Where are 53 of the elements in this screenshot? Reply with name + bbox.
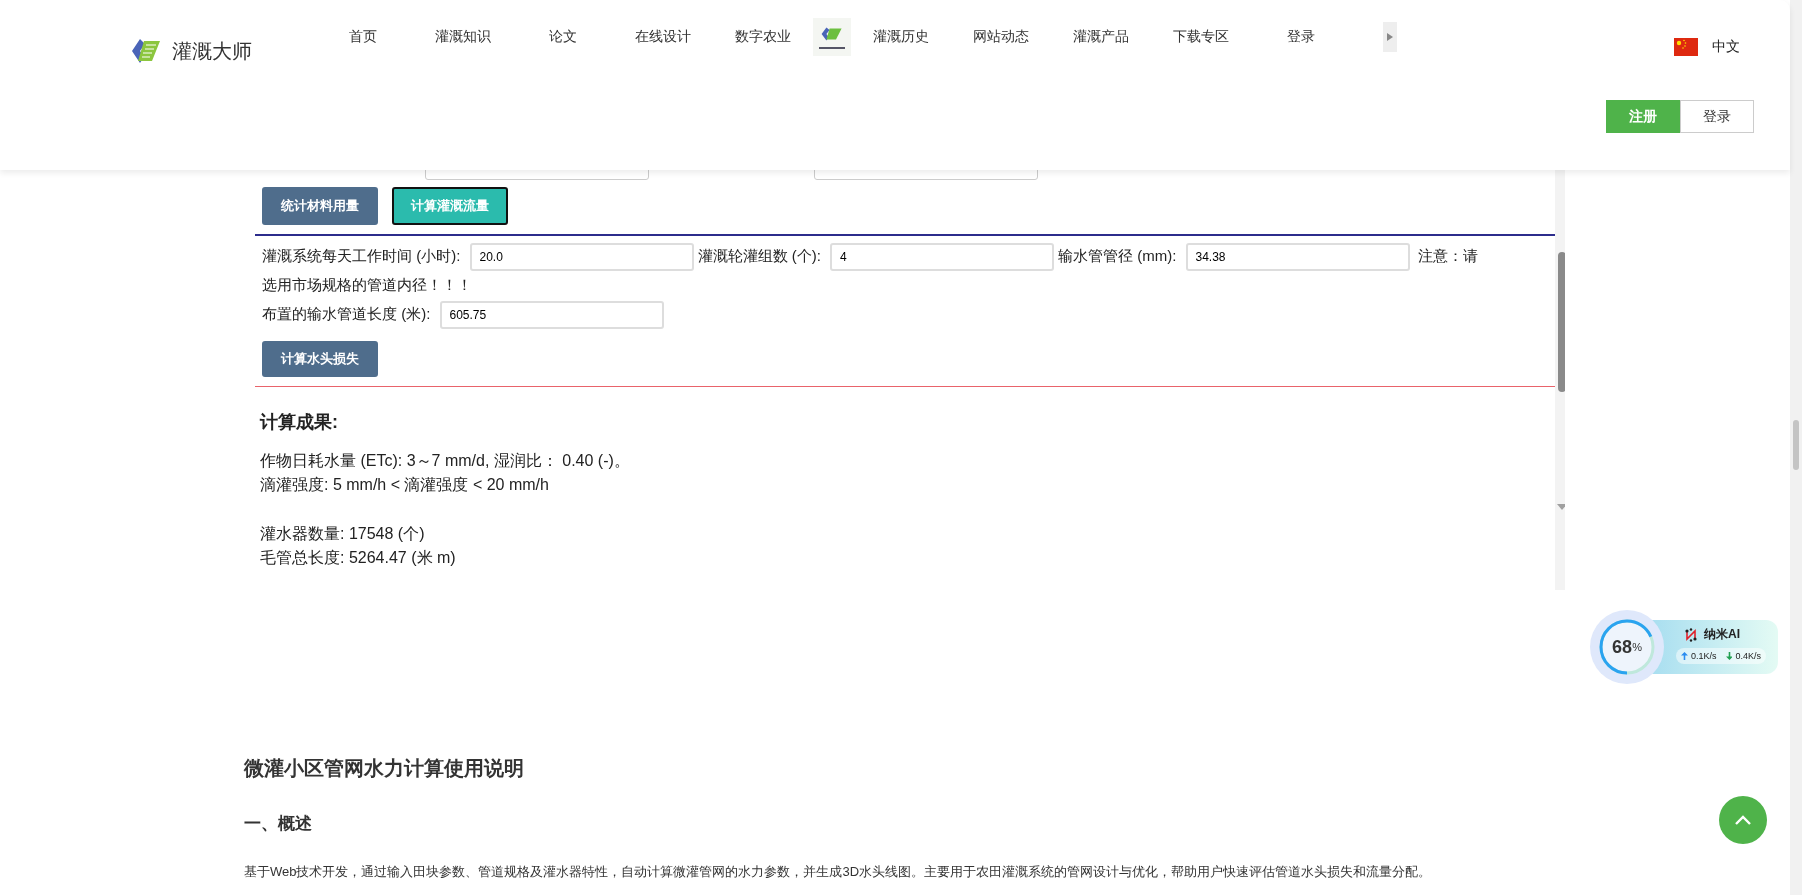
nav-link[interactable]: 在线设计 — [613, 28, 713, 46]
nav-link[interactable]: 首页 — [313, 28, 413, 46]
field-label: 灌溉轮灌组数 (个): — [697, 247, 821, 264]
scrollbar[interactable] — [1555, 170, 1565, 590]
field-label: 输水管管径 (mm): — [1058, 247, 1177, 264]
up-arrow-icon — [1681, 652, 1688, 660]
back-to-top-button[interactable] — [1719, 796, 1767, 844]
input-field[interactable]: 34.38 — [1185, 243, 1410, 272]
calculate-button[interactable]: 统计材料用量 — [262, 187, 378, 225]
doc-paragraph: 基于Web技术开发，通过输入田块参数、管道规格及灌水器特性，自动计算微灌管网的水力参数，并生成3D水头线图。主要用于农田灌溉系统的管网设计与优化，帮助用户快速评估管道水头损失和流量分配。 — [244, 863, 1433, 881]
down-arrow-icon — [1725, 652, 1733, 660]
percent-unit: % — [1632, 641, 1642, 653]
usage-percent: 68 — [1612, 636, 1633, 658]
network-monitor-widget[interactable]: 68% 纳米AI 0.1K/s 0.4K/s — [1590, 610, 1778, 684]
assistant-name: 纳米AI — [1704, 626, 1740, 643]
nav-link[interactable]: 数字农业 — [713, 28, 813, 46]
note-text: 注意：请 — [1417, 247, 1478, 264]
doc-title: 微灌小区管网水力计算使用说明 — [244, 756, 524, 781]
language-label[interactable]: 中文 — [1712, 38, 1740, 56]
input-field[interactable]: 20.0 — [469, 243, 694, 272]
scroll-thumb[interactable] — [1558, 252, 1565, 392]
nav-link[interactable]: 登录 — [1251, 28, 1351, 46]
caret-icon — [1387, 33, 1393, 41]
nav-link[interactable]: 网站动态 — [951, 28, 1051, 46]
result-text: 作物日耗水量 (ETc): 3～7 mm/d, 湿润比： 0.40 (-)。 — [260, 451, 631, 471]
china-flag-icon[interactable] — [1674, 38, 1698, 56]
nav-link[interactable]: 灌溉历史 — [851, 28, 951, 46]
nav-link[interactable]: 灌溉产品 — [1051, 28, 1151, 46]
results-heading: 计算成果: — [260, 411, 339, 434]
result-text: 滴灌强度: 5 mm/h < 滴灌强度 < 20 mm/h — [260, 475, 550, 495]
nav-link[interactable]: 论文 — [513, 28, 613, 46]
nav-scroll-button[interactable] — [1383, 22, 1397, 52]
scroll-down-arrow-icon[interactable] — [1557, 504, 1565, 510]
input-field[interactable]: 4 — [830, 243, 1054, 272]
nav-logo-image[interactable] — [813, 18, 851, 56]
upload-speed: 0.1K/s — [1691, 651, 1717, 661]
nav-link[interactable]: 灌溉知识 — [413, 28, 513, 46]
input-field[interactable]: 605.75 — [439, 301, 664, 330]
network-nodes-icon — [1684, 627, 1698, 642]
scroll-thumb[interactable] — [1793, 420, 1799, 470]
login-button[interactable]: 登录 — [1680, 100, 1754, 133]
note-text: 选用市场规格的管道内径！！！ — [262, 276, 472, 293]
head-loss-button[interactable]: 计算水头损失 — [262, 341, 378, 377]
site-name[interactable]: 灌溉大师 — [172, 37, 252, 65]
field-label: 灌溉系统每天工作时间 (小时): — [262, 247, 461, 264]
page-scrollbar[interactable] — [1790, 0, 1802, 895]
result-text: 毛管总长度: 5264.47 (米 m) — [260, 548, 457, 568]
chevron-up-icon — [1734, 814, 1752, 826]
field-label: 布置的输水管道长度 (米): — [262, 305, 431, 322]
section-heading: 一、概述 — [244, 813, 312, 835]
result-text: 灌水器数量: 17548 (个) — [260, 524, 426, 544]
download-speed: 0.4K/s — [1735, 651, 1761, 661]
nav-link[interactable]: 下载专区 — [1151, 28, 1251, 46]
